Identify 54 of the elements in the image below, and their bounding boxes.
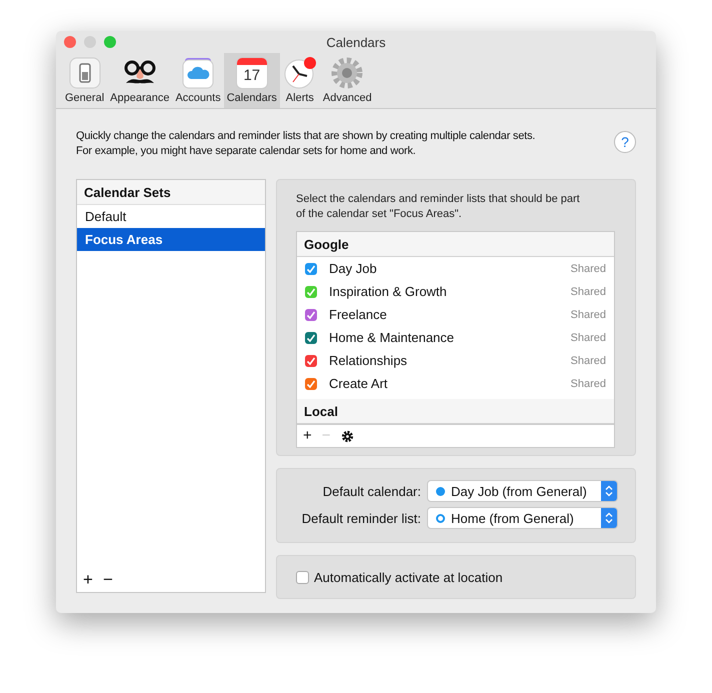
calendar-name: Inspiration & Growth: [329, 284, 448, 299]
toolbar-tab[interactable]: Accounts: [172, 53, 224, 108]
zoom-button[interactable]: [104, 36, 116, 48]
shared-label: Shared: [570, 378, 606, 390]
window-title: Calendars: [326, 35, 386, 50]
checkbox[interactable]: [305, 354, 317, 366]
list-item[interactable]: Focus Areas: [77, 228, 265, 251]
group-header: Google: [297, 232, 614, 257]
list-header: Calendar Sets: [77, 180, 265, 205]
settings-icon[interactable]: [340, 430, 354, 442]
description-text: Quickly change the calendars and reminder lists that are shown by creating multiple calendar sets. For example, you might have separate calendar sets for home and work.: [76, 129, 536, 159]
gear-icon: [330, 56, 364, 90]
add-button[interactable]: +: [303, 428, 312, 444]
calendar-name: Day Job: [329, 261, 378, 276]
calendar-name: Relationships: [329, 353, 408, 368]
stepper-arrows-icon: [601, 481, 617, 501]
shared-label: Shared: [570, 354, 606, 366]
toolbar-tab[interactable]: Alerts: [280, 53, 320, 108]
remove-button[interactable]: −: [102, 570, 113, 590]
shared-label: Shared: [570, 332, 606, 344]
dropdown[interactable]: Day Job (from General): [427, 480, 618, 502]
dot-icon: [436, 486, 445, 496]
instruction-text: Select the calendars and reminder lists that should be part of the calendar set "Focus Areas".: [296, 192, 581, 222]
checkbox-label: Automatically activate at location: [314, 570, 503, 584]
clock-icon: [282, 56, 317, 90]
checkbox[interactable]: [305, 378, 317, 390]
toolbar-tab[interactable]: General: [62, 53, 108, 108]
toolbar-tab[interactable]: 17 Calendars: [224, 53, 280, 108]
field-label: Default reminder list:: [302, 510, 421, 526]
checkbox[interactable]: [305, 332, 317, 344]
checkbox[interactable]: [305, 262, 317, 274]
group-header: Local: [297, 399, 614, 424]
checkbox[interactable]: [305, 286, 317, 298]
field-label: Default calendar:: [322, 484, 421, 498]
switch-icon: [68, 56, 101, 90]
ring-icon: [436, 514, 445, 522]
stepper-arrows-icon: [601, 508, 617, 528]
checkbox[interactable]: [296, 570, 309, 584]
calendar-name: Create Art: [329, 376, 389, 391]
calendar-icon: 17: [236, 57, 268, 89]
add-button[interactable]: +: [83, 570, 93, 590]
close-button[interactable]: [64, 36, 76, 48]
toolbar-tab[interactable]: Appearance: [107, 53, 172, 108]
shared-label: Shared: [570, 262, 606, 274]
shared-label: Shared: [570, 308, 606, 320]
shared-label: Shared: [570, 286, 606, 298]
list-item[interactable]: Default: [77, 205, 265, 228]
toolbar-tab[interactable]: Advanced: [320, 53, 375, 108]
dropdown[interactable]: Home (from General): [427, 507, 618, 529]
cloud-icon: [182, 56, 214, 90]
help-button[interactable]: ?: [614, 131, 636, 153]
calendar-name: Home & Maintenance: [329, 330, 456, 345]
checkbox[interactable]: [305, 308, 317, 320]
calendar-name: Freelance: [329, 307, 388, 322]
